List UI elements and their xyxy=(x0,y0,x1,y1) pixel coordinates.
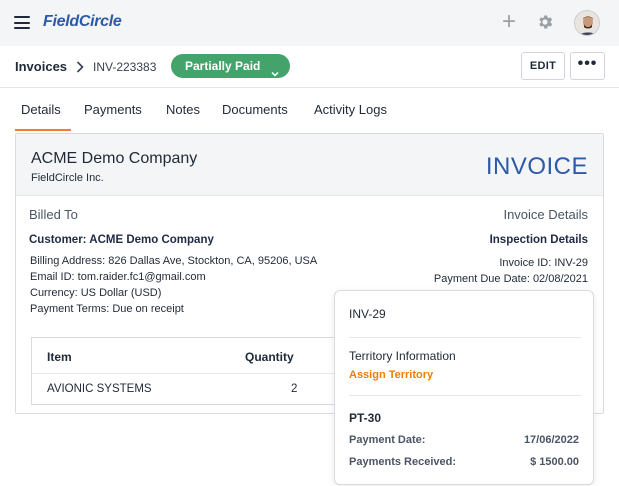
email-id: Email ID: tom.raider.fc1@gmail.com xyxy=(30,271,206,283)
table-cell-item: AVIONIC SYSTEMS xyxy=(47,383,152,395)
breadcrumb-invoice-id: INV-223383 xyxy=(93,60,157,74)
tab-details[interactable]: Details xyxy=(21,102,61,117)
chevron-down-icon xyxy=(271,62,279,77)
inspection-details-heading: Inspection Details xyxy=(489,234,588,246)
top-app-bar: FieldCircle + xyxy=(0,0,619,46)
invoice-header-row: Invoices INV-223383 Partially Paid EDIT … xyxy=(0,46,619,88)
tab-documents[interactable]: Documents xyxy=(222,102,288,117)
table-cell-quantity: 2 xyxy=(291,383,298,395)
fieldcircle-logo[interactable]: FieldCircle xyxy=(43,13,122,31)
customer-name: Customer: ACME Demo Company xyxy=(29,234,214,246)
payment-date-value: 17/06/2022 xyxy=(523,434,579,446)
payments-received-value: $ 1500.00 xyxy=(530,456,579,468)
invoice-id-line: Invoice ID: INV-29 xyxy=(499,257,588,269)
payment-reference: PT-30 xyxy=(349,411,382,425)
payments-received-label: Payments Received: xyxy=(349,456,456,468)
edit-button[interactable]: EDIT xyxy=(521,52,565,80)
hamburger-icon[interactable] xyxy=(14,16,30,29)
payment-date-label: Payment Date: xyxy=(349,434,426,446)
invoice-title: INVOICE xyxy=(485,153,588,180)
currency: Currency: US Dollar (USD) xyxy=(30,287,162,299)
assign-territory-link[interactable]: Assign Territory xyxy=(349,369,433,381)
billed-to-heading: Billed To xyxy=(29,207,78,222)
active-tab-indicator xyxy=(15,129,71,131)
divider xyxy=(349,395,581,396)
user-avatar[interactable] xyxy=(574,10,600,36)
payment-terms: Payment Terms: Due on receipt xyxy=(30,303,184,315)
column-item: Item xyxy=(47,350,72,364)
divider xyxy=(349,337,581,338)
status-label: Partially Paid xyxy=(185,59,261,73)
plus-icon[interactable]: + xyxy=(499,10,519,34)
tab-notes[interactable]: Notes xyxy=(166,102,200,117)
more-options-button[interactable]: ••• xyxy=(570,52,605,80)
chevron-right-icon xyxy=(76,60,84,73)
billing-address: Billing Address: 826 Dallas Ave, Stockto… xyxy=(30,255,318,267)
payment-popover: INV-29 Territory Information Assign Terr… xyxy=(334,290,594,485)
breadcrumb-invoices-link[interactable]: Invoices xyxy=(15,59,67,74)
company-name: ACME Demo Company xyxy=(31,150,198,167)
payment-due-date: Payment Due Date: 02/08/2021 xyxy=(433,273,588,285)
company-subtitle: FieldCircle Inc. xyxy=(31,172,104,184)
column-quantity: Quantity xyxy=(245,350,294,364)
tab-payments[interactable]: Payments xyxy=(84,102,142,117)
invoice-details-heading: Invoice Details xyxy=(503,207,588,222)
logo-text-field: Field xyxy=(43,13,79,30)
invoice-tabs: Details Payments Notes Documents Activit… xyxy=(0,89,619,131)
territory-heading: Territory Information xyxy=(349,349,456,363)
popover-invoice-id: INV-29 xyxy=(349,307,386,321)
invoice-card-header: ACME Demo Company FieldCircle Inc. INVOI… xyxy=(16,134,603,196)
status-dropdown[interactable]: Partially Paid xyxy=(171,54,290,78)
logo-text-circle: Circle xyxy=(78,13,122,30)
tab-activity-logs[interactable]: Activity Logs xyxy=(314,102,387,117)
gear-icon[interactable] xyxy=(535,12,555,32)
